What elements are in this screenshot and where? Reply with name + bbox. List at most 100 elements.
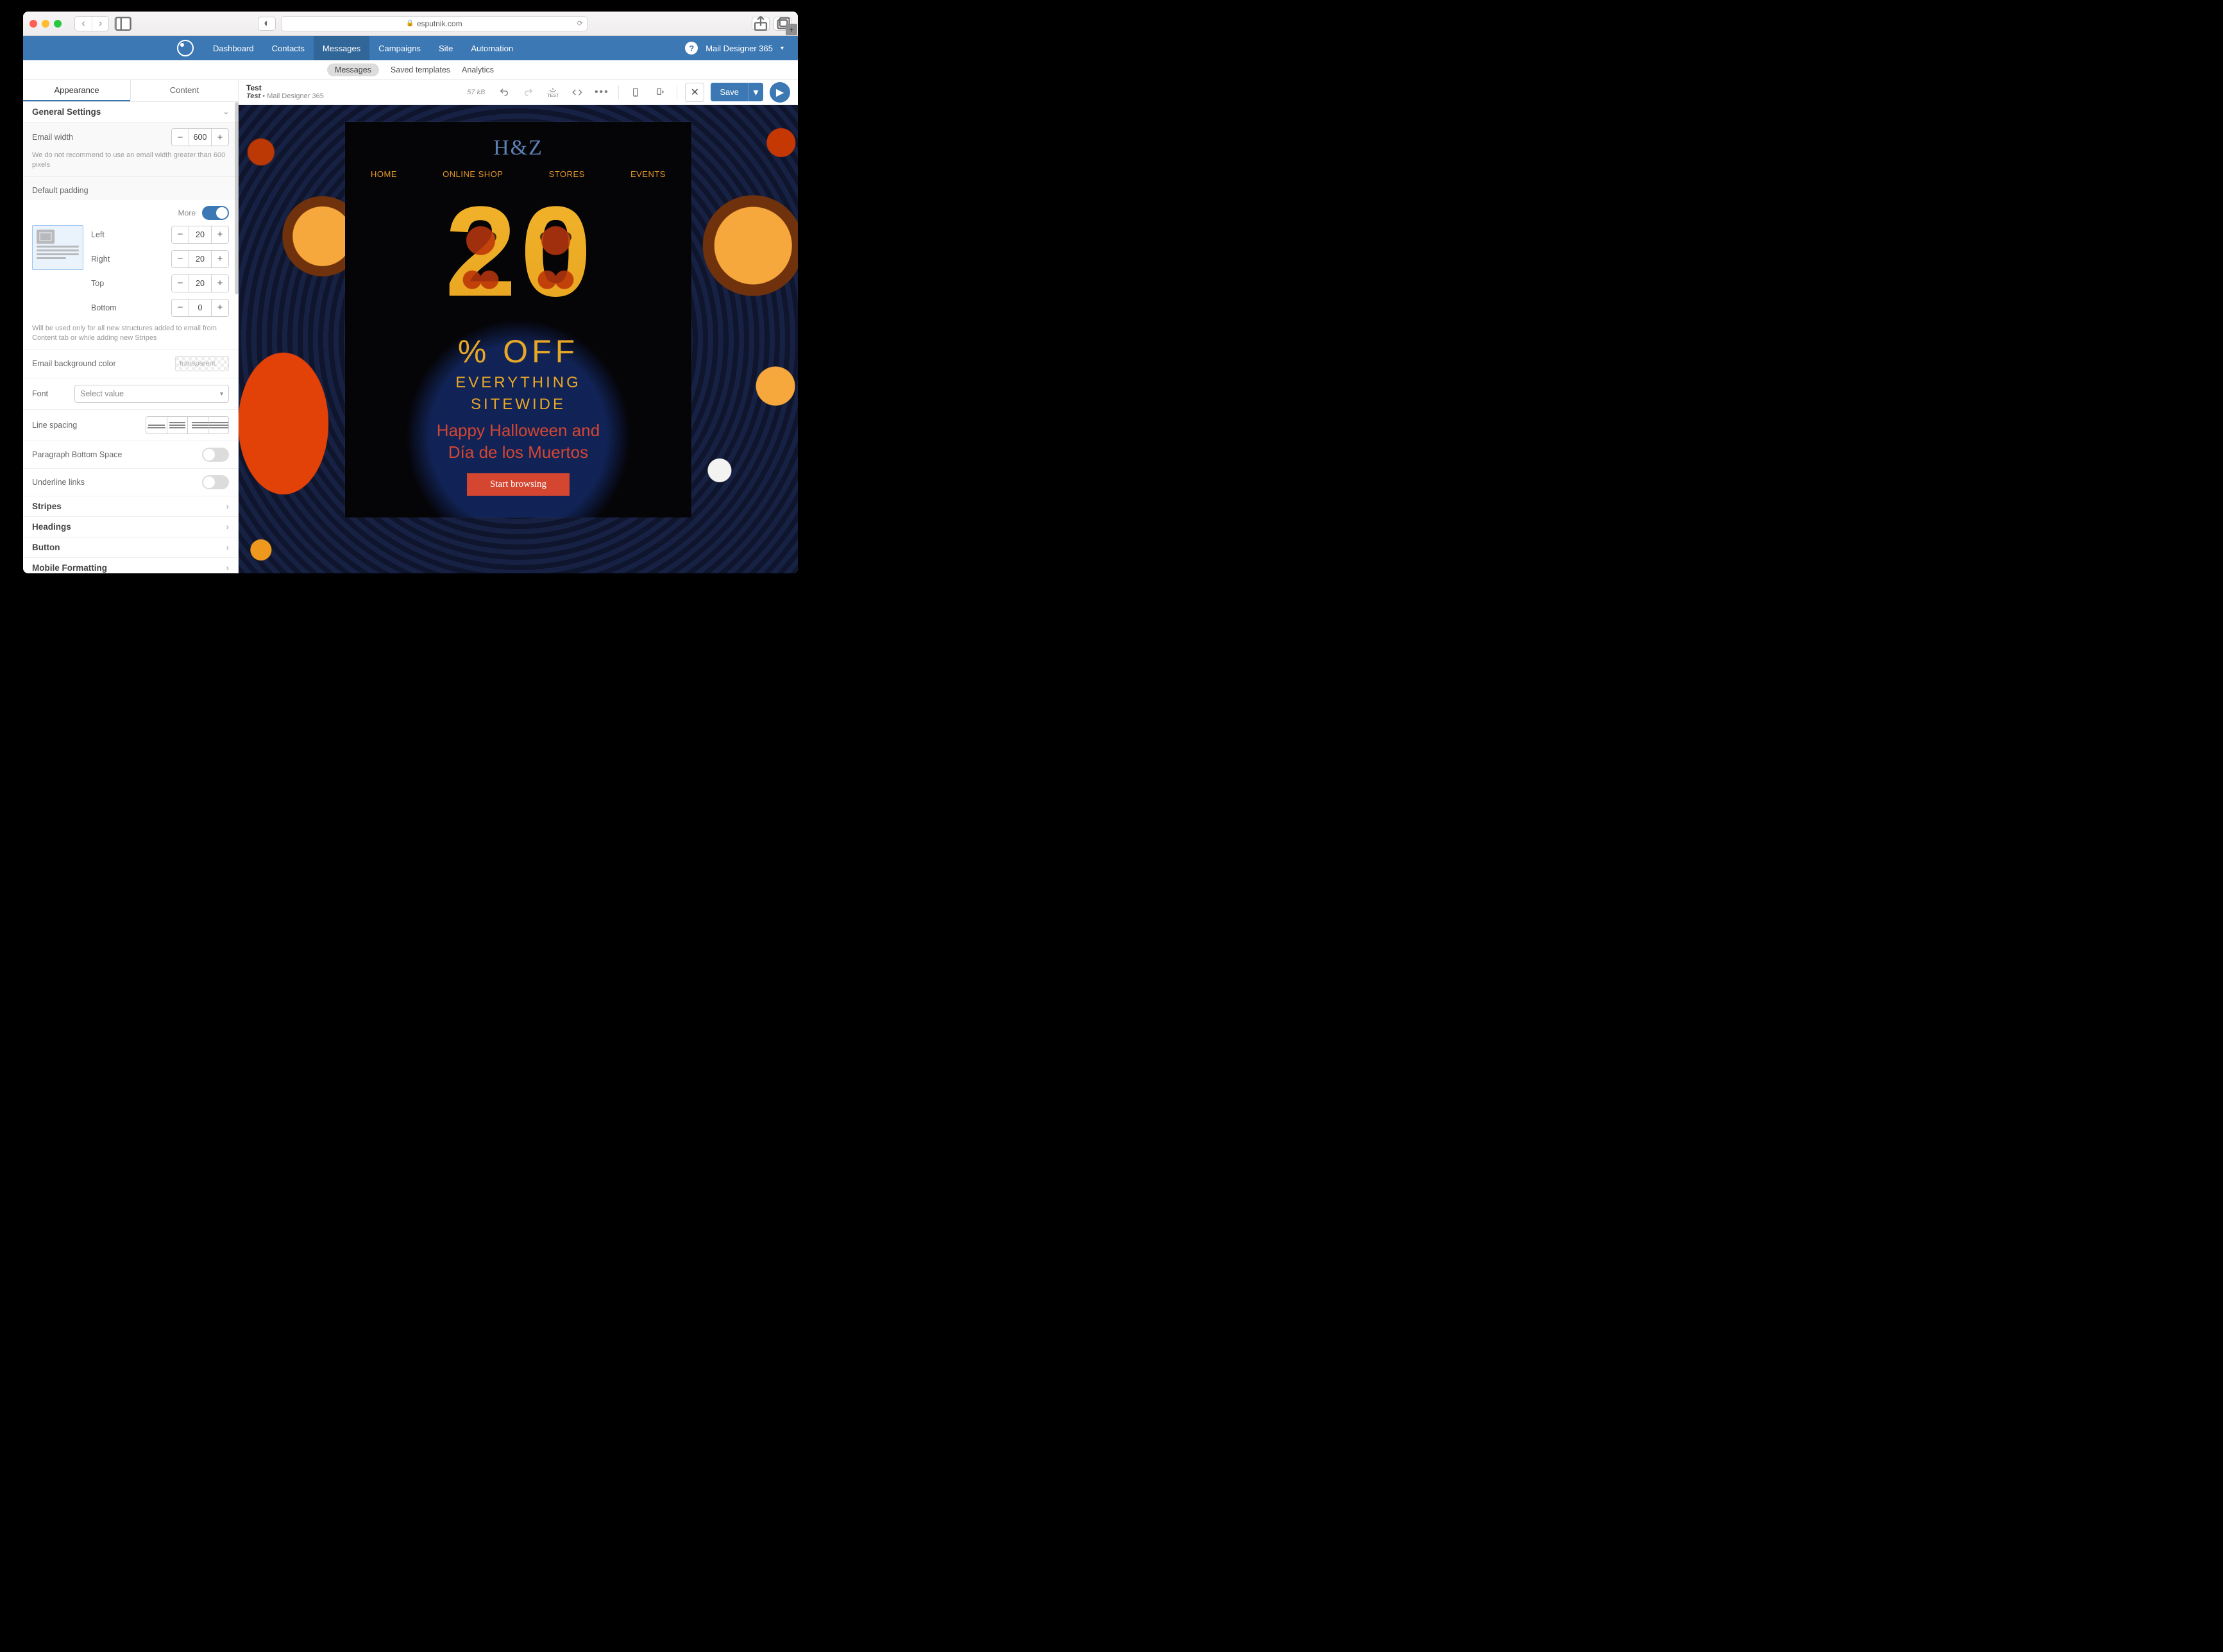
bg-color-chip[interactable]: transparent	[175, 356, 229, 371]
email-width-input[interactable]	[189, 129, 212, 146]
decrement-button[interactable]: −	[172, 226, 189, 243]
editor: Test Test • Mail Designer 365 57 kB TEST…	[239, 80, 798, 573]
align-justify-icon[interactable]	[208, 417, 228, 434]
font-select[interactable]: Select value ▾	[74, 385, 229, 403]
increment-button[interactable]: +	[212, 129, 228, 146]
account-name[interactable]: Mail Designer 365	[706, 44, 773, 53]
pad-bottom-stepper[interactable]: −+	[171, 299, 229, 317]
acc-stripes[interactable]: Stripes›	[23, 496, 238, 517]
nav-dashboard[interactable]: Dashboard	[204, 36, 263, 60]
default-padding-title: Default padding	[23, 177, 238, 199]
font-label: Font	[32, 389, 68, 398]
code-icon[interactable]	[568, 83, 586, 101]
nav-campaigns[interactable]: Campaigns	[369, 36, 430, 60]
share-icon[interactable]	[752, 17, 770, 31]
undo-icon[interactable]	[495, 83, 513, 101]
test-icon[interactable]: TEST	[544, 83, 562, 101]
decrement-button[interactable]: −	[172, 275, 189, 292]
app-nav: Dashboard Contacts Messages Campaigns Si…	[23, 36, 798, 60]
sub-nav: Messages Saved templates Analytics	[23, 60, 798, 80]
tab-content[interactable]: Content	[130, 80, 238, 101]
chevron-down-icon: ▾	[220, 391, 223, 398]
acc-label: Button	[32, 543, 60, 552]
reader-icon[interactable]: ◐	[258, 17, 276, 31]
pad-bottom-input[interactable]	[189, 299, 212, 316]
acc-headings[interactable]: Headings›	[23, 517, 238, 537]
decrement-button[interactable]: −	[172, 299, 189, 316]
nav-site[interactable]: Site	[430, 36, 462, 60]
align-left-icon[interactable]	[146, 417, 167, 434]
pad-left-input[interactable]	[189, 226, 212, 243]
device-rotate-icon[interactable]	[651, 83, 669, 101]
play-button[interactable]: ▶	[770, 82, 790, 103]
pad-right-input[interactable]	[189, 251, 212, 267]
menu-stores[interactable]: STORES	[549, 169, 585, 179]
save-button[interactable]: Save▾	[711, 83, 763, 101]
pad-left-stepper[interactable]: −+	[171, 226, 229, 244]
menu-events[interactable]: EVENTS	[630, 169, 666, 179]
acc-mobile[interactable]: Mobile Formatting›	[23, 558, 238, 573]
chevron-right-icon: ›	[226, 563, 230, 573]
align-right-icon[interactable]	[187, 417, 208, 434]
email-canvas[interactable]: H&Z HOME ONLINE SHOP STORES EVENTS 20 % …	[239, 105, 798, 573]
pad-right-stepper[interactable]: −+	[171, 250, 229, 268]
pad-top-stepper[interactable]: −+	[171, 274, 229, 292]
para-bottom-toggle[interactable]	[202, 448, 229, 462]
line-spacing-segment[interactable]	[146, 416, 229, 434]
increment-button[interactable]: +	[212, 226, 228, 243]
email-preview[interactable]: H&Z HOME ONLINE SHOP STORES EVENTS 20 % …	[345, 122, 691, 518]
back-button[interactable]: ‹	[75, 17, 92, 31]
nav-automation[interactable]: Automation	[462, 36, 522, 60]
subnav-messages[interactable]: Messages	[327, 63, 379, 76]
nav-messages[interactable]: Messages	[314, 36, 369, 60]
mobile-preview-icon[interactable]	[627, 83, 645, 101]
more-toggle[interactable]	[202, 206, 229, 220]
subnav-analytics[interactable]: Analytics	[462, 65, 494, 74]
help-icon[interactable]: ?	[685, 42, 698, 55]
brand-logo-icon[interactable]	[177, 40, 194, 56]
pad-right-label: Right	[91, 255, 165, 264]
menu-shop[interactable]: ONLINE SHOP	[443, 169, 503, 179]
redo-icon[interactable]	[520, 83, 537, 101]
new-tab-icon[interactable]: +	[786, 24, 797, 35]
address-bar[interactable]: 🔒 esputnik.com ⟳	[281, 16, 587, 31]
doc-title: Test	[246, 84, 324, 92]
close-window-icon[interactable]	[30, 20, 37, 28]
save-dropdown[interactable]: ▾	[748, 83, 763, 101]
increment-button[interactable]: +	[212, 275, 228, 292]
tab-appearance[interactable]: Appearance	[23, 80, 130, 101]
email-width-label: Email width	[32, 133, 165, 142]
close-button[interactable]: ✕	[685, 83, 704, 102]
hero-sub2: SITEWIDE	[358, 396, 679, 414]
decrement-button[interactable]: −	[172, 129, 189, 146]
pad-top-input[interactable]	[189, 275, 212, 292]
more-icon[interactable]: •••	[593, 83, 611, 101]
email-width-stepper[interactable]: − +	[171, 128, 229, 146]
zoom-window-icon[interactable]	[54, 20, 62, 28]
decrement-button[interactable]: −	[172, 251, 189, 267]
reload-icon[interactable]: ⟳	[577, 19, 583, 28]
acc-button[interactable]: Button›	[23, 537, 238, 558]
cta-button[interactable]: Start browsing	[467, 473, 570, 496]
email-width-note: We do not recommend to use an email widt…	[32, 151, 229, 170]
more-label: More	[178, 208, 196, 217]
save-label: Save	[711, 83, 748, 101]
nav-contacts[interactable]: Contacts	[263, 36, 314, 60]
underline-links-toggle[interactable]	[202, 475, 229, 489]
minimize-window-icon[interactable]	[42, 20, 49, 28]
acc-general-settings[interactable]: General Settings ⌄	[23, 102, 238, 122]
forward-button[interactable]: ›	[92, 17, 108, 31]
subnav-saved-templates[interactable]: Saved templates	[391, 65, 450, 74]
chevron-right-icon: ›	[226, 522, 230, 532]
pad-bottom-label: Bottom	[91, 303, 165, 312]
acc-title: General Settings	[32, 107, 101, 117]
doc-title-block: Test Test • Mail Designer 365	[246, 84, 324, 100]
increment-button[interactable]: +	[212, 299, 228, 316]
safari-toolbar: ‹ › ◐ 🔒 esputnik.com ⟳	[23, 12, 798, 36]
increment-button[interactable]: +	[212, 251, 228, 267]
chevron-down-icon[interactable]: ▾	[781, 45, 784, 52]
align-center-icon[interactable]	[167, 417, 187, 434]
sidebar-toggle-icon[interactable]	[114, 17, 132, 31]
acc-label: Stripes	[32, 501, 62, 511]
menu-home[interactable]: HOME	[371, 169, 397, 179]
